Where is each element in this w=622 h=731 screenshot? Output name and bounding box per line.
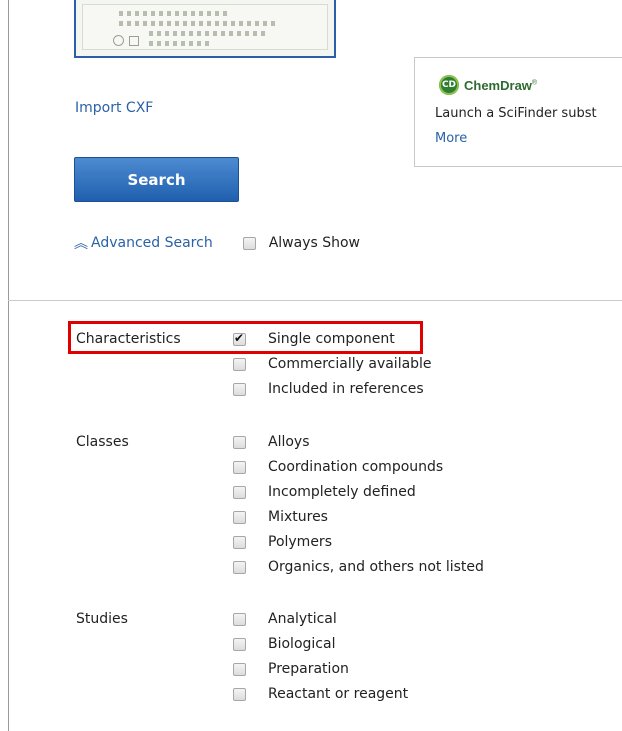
option-label: Alloys — [268, 434, 310, 450]
editor-canvas — [82, 4, 328, 50]
option-reactant-or-reagent[interactable]: Reactant or reagent — [233, 686, 408, 702]
chemdraw-icon: CD — [439, 75, 459, 95]
editor-toolbar-row — [149, 31, 269, 36]
option-alloys[interactable]: Alloys — [233, 434, 310, 450]
always-show-option: Always Show — [242, 235, 361, 251]
checkbox-analytical[interactable] — [233, 612, 246, 626]
chemdraw-promo: CD ChemDraw® Launch a SciFinder subst Mo… — [414, 57, 622, 167]
option-organics-others[interactable]: Organics, and others not listed — [233, 559, 484, 575]
editor-toolbar-row — [119, 21, 279, 26]
option-incompletely-defined[interactable]: Incompletely defined — [233, 484, 416, 500]
classes-label: Classes — [76, 434, 129, 450]
checkbox-incompletely-defined[interactable] — [233, 485, 246, 499]
option-label: Incompletely defined — [268, 484, 416, 500]
checkbox-included-in-references[interactable] — [233, 382, 246, 396]
option-included-in-references[interactable]: Included in references — [233, 381, 424, 397]
checkbox-coordination-compounds[interactable] — [233, 460, 246, 474]
always-show-label: Always Show — [268, 235, 361, 251]
option-label: Commercially available — [268, 356, 432, 372]
option-label: Mixtures — [268, 509, 328, 525]
structure-editor-thumbnail[interactable] — [74, 0, 336, 58]
studies-label: Studies — [76, 611, 128, 627]
option-label: Biological — [268, 636, 336, 652]
option-label: Analytical — [268, 611, 337, 627]
promo-text: Launch a SciFinder subst — [435, 106, 597, 121]
option-label: Reactant or reagent — [268, 686, 409, 702]
advanced-search-link[interactable]: Advanced Search — [91, 235, 213, 251]
checkbox-biological[interactable] — [233, 637, 246, 651]
checkbox-mixtures[interactable] — [233, 510, 246, 524]
option-coordination-compounds[interactable]: Coordination compounds — [233, 459, 443, 475]
ring-tool-icon — [113, 35, 124, 46]
search-button[interactable]: Search — [74, 157, 239, 202]
chemdraw-brand: ChemDraw® — [464, 77, 538, 93]
checkbox-reactant-or-reagent[interactable] — [233, 687, 246, 701]
option-label: Included in references — [268, 381, 424, 397]
option-biological[interactable]: Biological — [233, 636, 335, 652]
shape-tool-icon — [129, 36, 139, 46]
left-border — [8, 0, 9, 731]
always-show-checkbox[interactable] — [242, 236, 256, 250]
section-divider — [8, 300, 622, 301]
editor-toolbar-row — [119, 11, 229, 16]
option-preparation[interactable]: Preparation — [233, 661, 349, 677]
option-polymers[interactable]: Polymers — [233, 534, 332, 550]
chemdraw-logo: CD ChemDraw® — [439, 75, 537, 95]
option-label: Polymers — [268, 534, 332, 550]
option-mixtures[interactable]: Mixtures — [233, 509, 328, 525]
import-cxf-link[interactable]: Import CXF — [75, 100, 153, 116]
checkbox-alloys[interactable] — [233, 435, 246, 449]
checkbox-preparation[interactable] — [233, 662, 246, 676]
checkbox-commercially-available[interactable] — [233, 357, 246, 371]
editor-toolbar-row — [149, 41, 209, 46]
option-commercially-available[interactable]: Commercially available — [233, 356, 432, 372]
promo-more-link[interactable]: More — [435, 131, 467, 146]
annotation-highlight-box — [68, 321, 423, 354]
double-chevron-up-icon[interactable]: ︽ — [74, 233, 88, 253]
option-label: Preparation — [268, 661, 349, 677]
checkbox-organics-others[interactable] — [233, 560, 246, 574]
option-label: Coordination compounds — [268, 459, 444, 475]
option-label: Organics, and others not listed — [268, 559, 484, 575]
advanced-search-row: ︽ Advanced Search Always Show — [74, 233, 360, 253]
option-analytical[interactable]: Analytical — [233, 611, 337, 627]
checkbox-polymers[interactable] — [233, 535, 246, 549]
